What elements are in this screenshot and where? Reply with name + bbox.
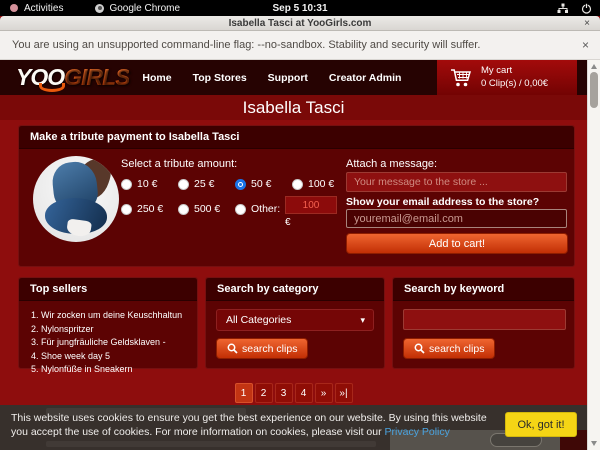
amount-option[interactable]: 10 € <box>121 178 178 190</box>
site-logo[interactable]: YOOGIRLS <box>16 60 129 95</box>
creator-avatar <box>33 156 119 242</box>
category-select-value: All Categories <box>226 314 291 326</box>
chevron-down-icon: ▾ <box>360 310 365 331</box>
amount-option[interactable]: 25 € <box>178 178 235 190</box>
window-titlebar[interactable]: Isabella Tasci at YooGirls.com × <box>0 16 600 31</box>
amount-option[interactable]: 250 € <box>121 203 178 215</box>
site-header: YOOGIRLS Home Top Stores Support Creator Ad… <box>0 60 587 95</box>
radio-icon <box>235 204 246 215</box>
cart-summary: My cart 0 Clip(s) / 0,00€ <box>481 65 548 91</box>
tribute-panel-body: Select a tribute amount: 10 € 25 € 50 € 100… <box>19 149 574 266</box>
radio-icon <box>292 179 303 190</box>
amount-option-label: 10 € <box>137 178 157 190</box>
email-input[interactable] <box>346 209 567 228</box>
top-seller-item[interactable]: 4. Shoe week day 5 <box>31 350 189 364</box>
scroll-down-icon[interactable] <box>591 441 597 446</box>
ghost-text <box>46 441 376 447</box>
search-keyword-heading: Search by keyword <box>393 278 574 301</box>
tribute-panel: Make a tribute payment to Isabella Tasci… <box>18 125 575 267</box>
cart-count: 0 Clip(s) / 0,00€ <box>481 78 548 91</box>
amount-option-label: 100 € <box>308 178 334 190</box>
amount-option-label: 25 € <box>194 178 214 190</box>
pagination: 1234»»| <box>0 383 587 403</box>
search-clips-button-category[interactable]: search clips <box>216 338 308 359</box>
privacy-policy-link[interactable]: Privacy Policy <box>385 426 450 438</box>
nav-creator-admin[interactable]: Creator Admin <box>329 72 402 84</box>
nav-top-stores[interactable]: Top Stores <box>193 72 247 84</box>
flag-notice-bar: You are using an unsupported command-lin… <box>0 31 600 60</box>
amount-option-label: 500 € <box>194 203 220 215</box>
cookie-message: This website uses cookies to ensure you … <box>11 412 503 439</box>
cookie-banner: This website uses cookies to ensure you … <box>0 405 587 450</box>
logo-smile-icon <box>39 83 65 92</box>
message-label: Attach a message: <box>346 158 437 170</box>
search-clips-button-keyword[interactable]: search clips <box>403 338 495 359</box>
radio-checked-icon <box>235 179 246 190</box>
amount-option[interactable]: 500 € <box>178 203 235 215</box>
cart-icon <box>449 67 473 89</box>
page-button-»[interactable]: » <box>315 383 333 403</box>
cart-button[interactable]: My cart 0 Clip(s) / 0,00€ <box>437 60 577 95</box>
top-seller-item[interactable]: 1. Wir zocken um deine Keuschhaltun <box>31 309 189 323</box>
top-seller-item[interactable]: 5. Nylonfüße in Sneakern <box>31 363 189 377</box>
window-close-icon[interactable]: × <box>584 16 590 31</box>
top-sellers-heading: Top sellers <box>19 278 197 301</box>
page-button-4[interactable]: 4 <box>295 383 313 403</box>
currency-label: € <box>285 217 291 228</box>
search-category-heading: Search by category <box>206 278 384 301</box>
amount-option[interactable]: Other: <box>235 203 292 215</box>
page-button-2[interactable]: 2 <box>255 383 273 403</box>
other-amount-input[interactable] <box>285 196 337 214</box>
keyword-input[interactable] <box>403 309 566 330</box>
cookie-accept-button[interactable]: Ok, got it! <box>505 412 577 437</box>
radio-icon <box>121 204 132 215</box>
top-sellers-panel: Top sellers 1. Wir zocken um deine Keusc… <box>18 277 198 369</box>
flag-notice-text: You are using an unsupported command-lin… <box>0 39 480 51</box>
gnome-top-bar: Activities Google Chrome Sep 5 10:31 <box>0 0 600 16</box>
tribute-panel-heading: Make a tribute payment to Isabella Tasci <box>19 126 574 149</box>
search-icon <box>227 343 238 354</box>
radio-icon <box>121 179 132 190</box>
message-input[interactable] <box>346 172 567 192</box>
add-to-cart-button[interactable]: Add to cart! <box>346 233 568 254</box>
window-title: Isabella Tasci at YooGirls.com <box>0 16 600 31</box>
scrollbar-thumb[interactable] <box>590 72 598 108</box>
screen: Activities Google Chrome Sep 5 10:31 <box>0 0 600 450</box>
avatar-art <box>66 218 92 237</box>
search-clips-label: search clips <box>429 343 484 355</box>
amount-option[interactable]: 50 € <box>235 178 292 190</box>
gnome-right-group <box>557 0 592 16</box>
search-keyword-panel: Search by keyword search clips <box>392 277 575 369</box>
nav-home[interactable]: Home <box>142 72 171 84</box>
amount-option-label: 50 € <box>251 178 271 190</box>
amount-option[interactable]: 100 € <box>292 178 349 190</box>
page-button-1[interactable]: 1 <box>235 383 253 403</box>
notice-close-icon[interactable]: × <box>582 38 589 52</box>
search-category-panel: Search by category All Categories ▾ sear… <box>205 277 385 369</box>
search-icon <box>414 343 425 354</box>
category-select[interactable]: All Categories ▾ <box>216 309 374 331</box>
scroll-up-icon[interactable] <box>591 64 597 69</box>
page-button-3[interactable]: 3 <box>275 383 293 403</box>
radio-icon <box>178 204 189 215</box>
scrollbar[interactable] <box>587 60 600 450</box>
top-seller-item[interactable]: 3. Für jungfräuliche Geldsklaven - <box>31 336 189 350</box>
nav-support[interactable]: Support <box>268 72 308 84</box>
power-icon[interactable] <box>581 3 592 14</box>
main-nav: Home Top Stores Support Creator Admin <box>142 72 401 84</box>
top-seller-item[interactable]: 2. Nylonspritzer <box>31 323 189 337</box>
top-sellers-list: 1. Wir zocken um deine Keuschhaltun2. Ny… <box>19 301 197 377</box>
page-title: Isabella Tasci <box>0 95 587 120</box>
cart-label: My cart <box>481 65 548 78</box>
amount-option-label: Other: <box>251 203 280 215</box>
amount-section-label: Select a tribute amount: <box>121 158 237 170</box>
radio-icon <box>178 179 189 190</box>
clock[interactable]: Sep 5 10:31 <box>0 3 600 14</box>
search-clips-label: search clips <box>242 343 297 355</box>
page-button-»|[interactable]: »| <box>335 383 353 403</box>
network-icon[interactable] <box>557 3 569 14</box>
email-label: Show your email address to the store? <box>346 196 539 208</box>
logo-text-girls: GIRLS <box>64 64 129 90</box>
amount-option-label: 250 € <box>137 203 163 215</box>
